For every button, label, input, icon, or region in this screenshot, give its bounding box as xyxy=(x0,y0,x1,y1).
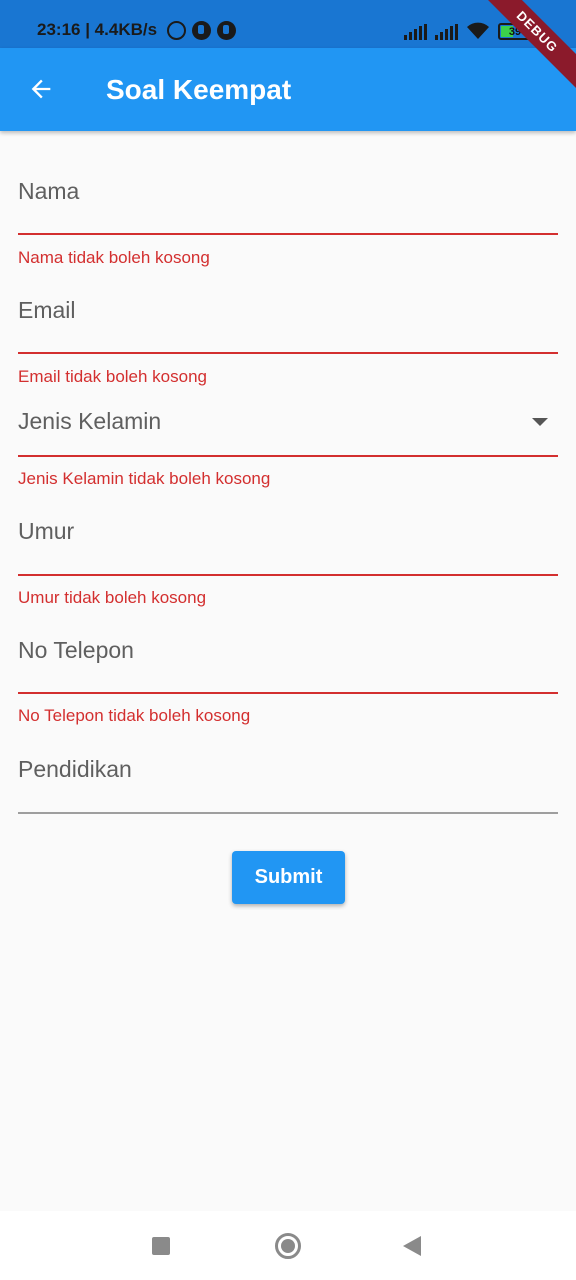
app-notification-icon xyxy=(192,20,212,40)
status-notification-icons xyxy=(167,20,237,40)
back-icon[interactable] xyxy=(403,1236,421,1256)
status-left: 23:16 | 4.4KB/s xyxy=(37,20,237,40)
gender-error: Jenis Kelamin tidak boleh kosong xyxy=(18,469,271,488)
age-underline xyxy=(18,574,558,576)
gender-underline xyxy=(18,455,558,457)
name-error: Nama tidak boleh kosong xyxy=(18,248,210,267)
home-icon[interactable] xyxy=(275,1233,301,1259)
education-underline xyxy=(18,812,558,814)
education-label: Pendidikan xyxy=(18,756,132,782)
page-title: Soal Keempat xyxy=(106,74,292,105)
email-label: Email xyxy=(18,297,76,323)
phone-error: No Telepon tidak boleh kosong xyxy=(18,706,251,725)
status-bar: 23:16 | 4.4KB/s 39 xyxy=(0,0,576,48)
age-label: Umur xyxy=(18,518,75,544)
gender-label: Jenis Kelamin xyxy=(18,408,162,434)
name-underline xyxy=(18,233,558,235)
recent-apps-icon[interactable] xyxy=(152,1237,170,1255)
arrow-back-icon xyxy=(31,79,51,99)
phone-underline xyxy=(18,692,558,694)
signal-icon xyxy=(435,24,458,40)
submit-button[interactable]: Submit xyxy=(232,851,345,904)
signal-icon xyxy=(404,24,427,40)
back-button[interactable] xyxy=(24,72,58,106)
wifi-icon xyxy=(467,22,489,39)
phone-label: No Telepon xyxy=(18,637,134,663)
app-bar: Soal Keempat xyxy=(0,48,576,131)
app-notification-icon xyxy=(217,20,237,40)
email-error: Email tidak boleh kosong xyxy=(18,367,208,386)
name-label: Nama xyxy=(18,178,80,204)
dropdown-arrow-icon xyxy=(532,418,548,426)
age-error: Umur tidak boleh kosong xyxy=(18,588,207,607)
alarm-icon xyxy=(167,20,187,40)
system-nav-bar xyxy=(0,1211,576,1280)
email-underline xyxy=(18,352,558,354)
status-time-speed: 23:16 | 4.4KB/s xyxy=(37,20,158,39)
